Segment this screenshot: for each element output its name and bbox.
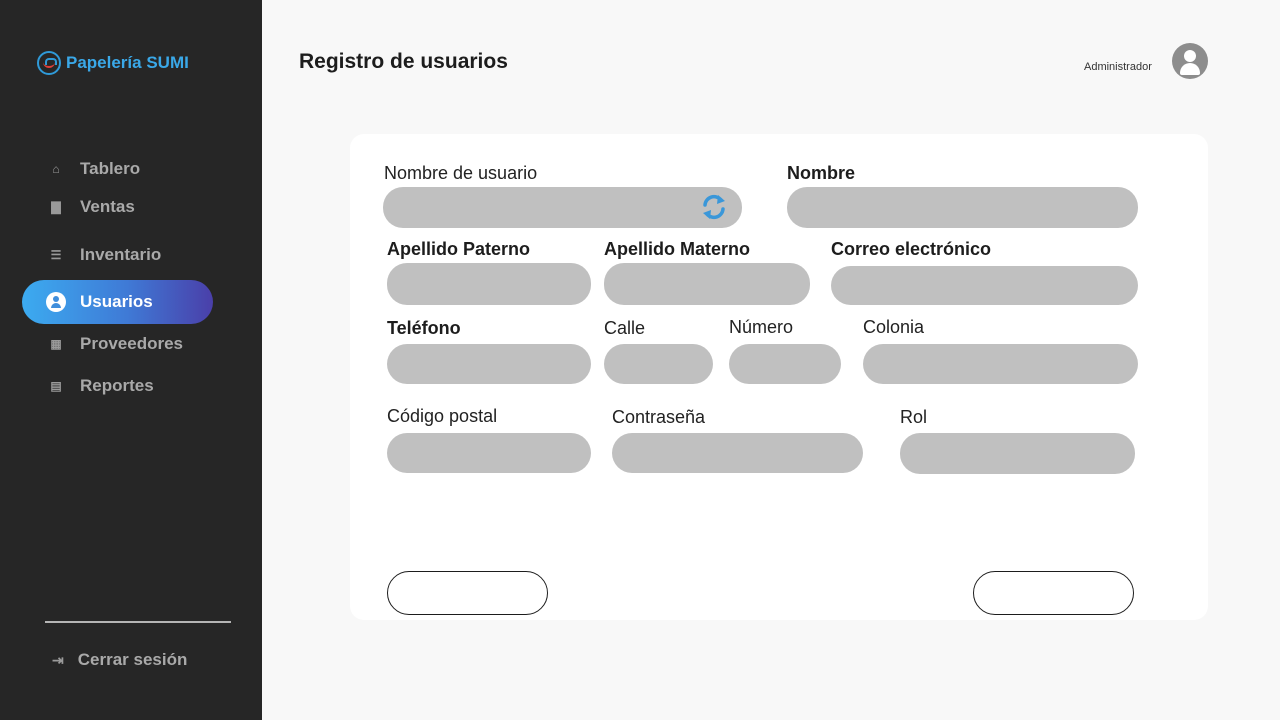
user-role: Administrador bbox=[1084, 61, 1152, 73]
maternal-surname-label: Apellido Materno bbox=[604, 239, 751, 259]
username-label: Nombre de usuario bbox=[384, 163, 538, 183]
email-input[interactable] bbox=[831, 266, 1138, 305]
phone-input[interactable] bbox=[387, 344, 591, 384]
sidebar-item-label: Proveedores bbox=[80, 334, 183, 353]
neighborhood-input[interactable] bbox=[863, 344, 1138, 384]
logout-icon: ⇥ bbox=[52, 651, 64, 668]
email-label: Correo electrónico bbox=[831, 239, 992, 259]
box-icon: ▦ bbox=[50, 337, 62, 351]
sidebar-item-inventario[interactable]: ☰ Inventario bbox=[46, 245, 162, 265]
postal-code-label: Código postal bbox=[387, 406, 498, 426]
sidebar-item-label: Usuarios bbox=[80, 292, 153, 311]
first-name-input[interactable] bbox=[787, 187, 1138, 228]
sidebar-item-tablero[interactable]: ⌂ Tablero bbox=[46, 159, 140, 179]
sidebar-item-reportes[interactable]: ▤ Reportes bbox=[46, 376, 154, 396]
stationery-logo-icon bbox=[37, 51, 61, 75]
role-input[interactable] bbox=[900, 433, 1135, 474]
right-action-button[interactable] bbox=[973, 571, 1134, 615]
number-input[interactable] bbox=[729, 344, 841, 384]
refresh-icon[interactable] bbox=[701, 193, 727, 221]
password-input[interactable] bbox=[612, 433, 863, 473]
maternal-surname-input[interactable] bbox=[604, 263, 810, 305]
report-icon: ▤ bbox=[50, 379, 62, 393]
sidebar-item-label: Tablero bbox=[80, 159, 141, 178]
paternal-surname-input[interactable] bbox=[387, 263, 591, 305]
username-input[interactable] bbox=[383, 187, 742, 228]
logout-button[interactable]: ⇥ Cerrar sesión bbox=[52, 650, 187, 670]
brand[interactable]: Papelería SUMI bbox=[37, 51, 189, 75]
role-label: Rol bbox=[900, 407, 928, 427]
sidebar-item-ventas[interactable]: ▇ Ventas bbox=[46, 197, 135, 217]
user-avatar-icon[interactable] bbox=[1172, 43, 1208, 79]
bar-chart-icon: ▇ bbox=[51, 200, 61, 214]
left-action-button[interactable] bbox=[387, 571, 548, 615]
phone-label: Teléfono bbox=[387, 318, 461, 338]
first-name-label: Nombre bbox=[787, 163, 856, 183]
document-icon: ☰ bbox=[50, 248, 62, 262]
number-label: Número bbox=[729, 317, 794, 337]
postal-code-input[interactable] bbox=[387, 433, 591, 473]
sidebar-item-label: Reportes bbox=[80, 376, 154, 395]
sidebar-item-proveedores[interactable]: ▦ Proveedores bbox=[46, 334, 183, 354]
brand-name: Papelería SUMI bbox=[66, 53, 189, 72]
sidebar-divider bbox=[45, 621, 231, 623]
neighborhood-label: Colonia bbox=[863, 317, 925, 337]
logout-label: Cerrar sesión bbox=[77, 650, 188, 669]
paternal-surname-label: Apellido Paterno bbox=[387, 239, 531, 259]
home-icon: ⌂ bbox=[52, 162, 60, 176]
sidebar: Papelería SUMI ⌂ Tablero ▇ Ventas ☰ Inve… bbox=[0, 0, 262, 720]
street-label: Calle bbox=[604, 318, 646, 338]
user-circle-icon bbox=[46, 292, 66, 312]
sidebar-item-label: Ventas bbox=[80, 197, 135, 216]
street-input[interactable] bbox=[604, 344, 713, 384]
sidebar-item-label: Inventario bbox=[80, 245, 162, 264]
sidebar-item-usuarios[interactable]: Usuarios bbox=[22, 280, 213, 324]
password-label: Contraseña bbox=[612, 407, 706, 427]
page-title: Registro de usuarios bbox=[299, 50, 508, 73]
